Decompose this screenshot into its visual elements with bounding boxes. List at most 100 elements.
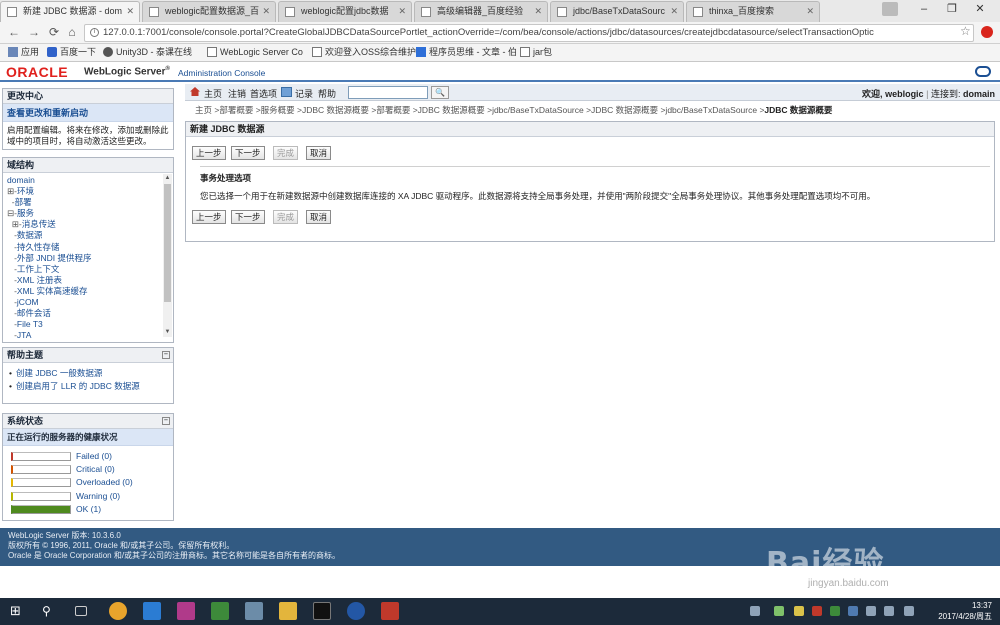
tab-close-icon[interactable]: ✕ — [806, 2, 814, 21]
health-label[interactable]: Critical (0) — [76, 464, 115, 474]
ime-icon[interactable] — [904, 606, 914, 616]
bookmark-unity[interactable]: Unity3D - 泰课在线 — [103, 46, 192, 59]
app-icon[interactable] — [381, 602, 399, 620]
tree-scrollbar[interactable]: ▲ ▼ — [163, 174, 172, 337]
extension-icon[interactable] — [981, 26, 993, 38]
tree-node[interactable]: domain — [7, 175, 173, 186]
wifi-icon[interactable] — [774, 606, 784, 616]
tray-icon[interactable] — [866, 606, 876, 616]
taskbar-clock[interactable]: 13:37 2017/4/28/周五 — [938, 600, 992, 622]
bookmark-star-icon[interactable]: ☆ — [960, 24, 971, 38]
tray-icon[interactable] — [794, 606, 804, 616]
bookmark-weblogic[interactable]: WebLogic Server Co — [207, 46, 303, 59]
info-icon[interactable]: i — [90, 28, 99, 37]
tree-node[interactable]: -部署 — [7, 197, 173, 208]
scroll-up-icon[interactable]: ▲ — [163, 174, 172, 183]
help-link[interactable]: 创建启用了 LLR 的 JDBC 数据源 — [9, 380, 169, 393]
health-label[interactable]: Failed (0) — [76, 451, 112, 461]
shield-icon[interactable] — [848, 606, 858, 616]
browser-tab-1[interactable]: 新建 JDBC 数据源 - dom ✕ — [0, 1, 140, 22]
tab-close-icon[interactable]: ✕ — [126, 2, 134, 21]
search-button[interactable]: 🔍 — [431, 86, 449, 99]
tab-close-icon[interactable]: ✕ — [398, 2, 406, 21]
tray-icon[interactable] — [830, 606, 840, 616]
back-button[interactable]: 上一步 — [192, 146, 226, 160]
user-profile-icon[interactable] — [882, 2, 898, 16]
folder-icon[interactable] — [279, 602, 297, 620]
health-label[interactable]: Warning (0) — [76, 491, 120, 501]
tray-icon[interactable] — [750, 606, 760, 616]
cancel-button[interactable]: 取消 — [306, 210, 332, 224]
next-button[interactable]: 下一步 — [231, 146, 265, 160]
tree-node[interactable]: -数据源 — [7, 230, 173, 241]
home-link[interactable]: 主页 — [204, 87, 222, 100]
bookmark-apps[interactable]: 应用 — [8, 46, 39, 59]
tree-node[interactable]: -JTA — [7, 330, 173, 340]
tab-close-icon[interactable]: ✕ — [670, 2, 678, 21]
help-link-toolbar[interactable]: 帮助 — [318, 87, 336, 100]
home-nav-icon[interactable]: ⌂ — [64, 25, 80, 41]
tree-node[interactable]: ⊟-服务 — [7, 208, 173, 219]
bookmark-jar[interactable]: jar包 — [520, 46, 552, 59]
tree-node[interactable]: ⊞-环境 — [7, 186, 173, 197]
maximize-icon[interactable]: ❐ — [938, 0, 966, 20]
tree-node[interactable]: -持久性存储 — [7, 242, 173, 253]
tray-icon[interactable] — [812, 606, 822, 616]
search-input[interactable] — [348, 86, 428, 99]
page-title: 新建 JDBC 数据源 — [186, 122, 994, 137]
scroll-down-icon[interactable]: ▼ — [163, 328, 172, 337]
browser-tab-3[interactable]: weblogic配置jdbc数据 ✕ — [278, 1, 412, 22]
tree-node[interactable]: -外部 JNDI 提供程序 — [7, 253, 173, 264]
preferences-link[interactable]: 首选项 — [250, 87, 277, 100]
tree-node[interactable]: -XML 注册表 — [7, 275, 173, 286]
breadcrumb-path[interactable]: 主页 >部署概要 >服务概要 >JDBC 数据源概要 >部署概要 >JDBC 数… — [195, 105, 764, 115]
browser-tab-2[interactable]: weblogic配置数据源_百 ✕ — [142, 1, 276, 22]
app-icon[interactable] — [211, 602, 229, 620]
health-label[interactable]: OK (1) — [76, 504, 101, 514]
forward-arrow-icon[interactable]: → — [26, 25, 42, 41]
close-window-icon[interactable]: ✕ — [966, 0, 994, 20]
bookmark-programmer[interactable]: 程序员思维 - 文章 - 伯 — [416, 46, 517, 59]
finish-button[interactable]: 完成 — [273, 210, 299, 224]
finish-button[interactable]: 完成 — [273, 146, 299, 160]
tree-node[interactable]: ⊞-消息传送 — [7, 219, 173, 230]
tree-node[interactable]: -工作上下文 — [7, 264, 173, 275]
logout-link[interactable]: 注销 — [228, 87, 246, 100]
browser-tab-5[interactable]: jdbc/BaseTxDataSourc ✕ — [550, 1, 684, 22]
url-field[interactable]: i 127.0.0.1:7001/console/console.portal?… — [84, 24, 974, 42]
page-icon — [520, 47, 530, 57]
minimize-icon[interactable]: – — [910, 0, 938, 20]
windows-start-icon[interactable]: ⊞ — [10, 602, 28, 620]
bookmark-oss[interactable]: 欢迎登入OSS综合维护 — [312, 46, 416, 59]
scroll-thumb[interactable] — [164, 184, 171, 302]
tree-node[interactable]: -邮件会话 — [7, 308, 173, 319]
terminal-icon[interactable] — [313, 602, 331, 620]
back-arrow-icon[interactable]: ← — [6, 25, 22, 41]
tree-node[interactable]: -File T3 — [7, 319, 173, 330]
reload-icon[interactable]: ⟳ — [46, 25, 62, 41]
health-label[interactable]: Overloaded (0) — [76, 477, 133, 487]
browser-tab-6[interactable]: thinxa_百度搜索 ✕ — [686, 1, 820, 22]
next-button[interactable]: 下一步 — [231, 210, 265, 224]
task-view-icon[interactable] — [75, 606, 87, 616]
bookmark-baidu[interactable]: 百度一下 — [47, 46, 96, 59]
cancel-button[interactable]: 取消 — [306, 146, 332, 160]
app-icon[interactable] — [347, 602, 365, 620]
volume-icon[interactable] — [884, 606, 894, 616]
view-changes-link[interactable]: 查看更改和重新启动 — [3, 104, 173, 122]
edge-icon[interactable] — [143, 602, 161, 620]
chrome-icon[interactable] — [109, 602, 127, 620]
collapse-icon[interactable]: – — [162, 351, 170, 359]
collapse-icon[interactable]: – — [162, 417, 170, 425]
help-link[interactable]: 创建 JDBC 一般数据源 — [9, 367, 169, 380]
search-icon[interactable]: ⚲ — [42, 602, 60, 620]
tree-node[interactable]: -XML 实体高速缓存 — [7, 286, 173, 297]
back-button[interactable]: 上一步 — [192, 210, 226, 224]
tab-close-icon[interactable]: ✕ — [262, 2, 270, 21]
tree-node[interactable]: -jCOM — [7, 297, 173, 308]
cube-app-icon[interactable] — [245, 602, 263, 620]
app-icon[interactable] — [177, 602, 195, 620]
browser-tab-4[interactable]: 高级编辑器_百度经验 ✕ — [414, 1, 548, 22]
record-link[interactable]: 记录 — [295, 87, 313, 100]
tab-close-icon[interactable]: ✕ — [534, 2, 542, 21]
